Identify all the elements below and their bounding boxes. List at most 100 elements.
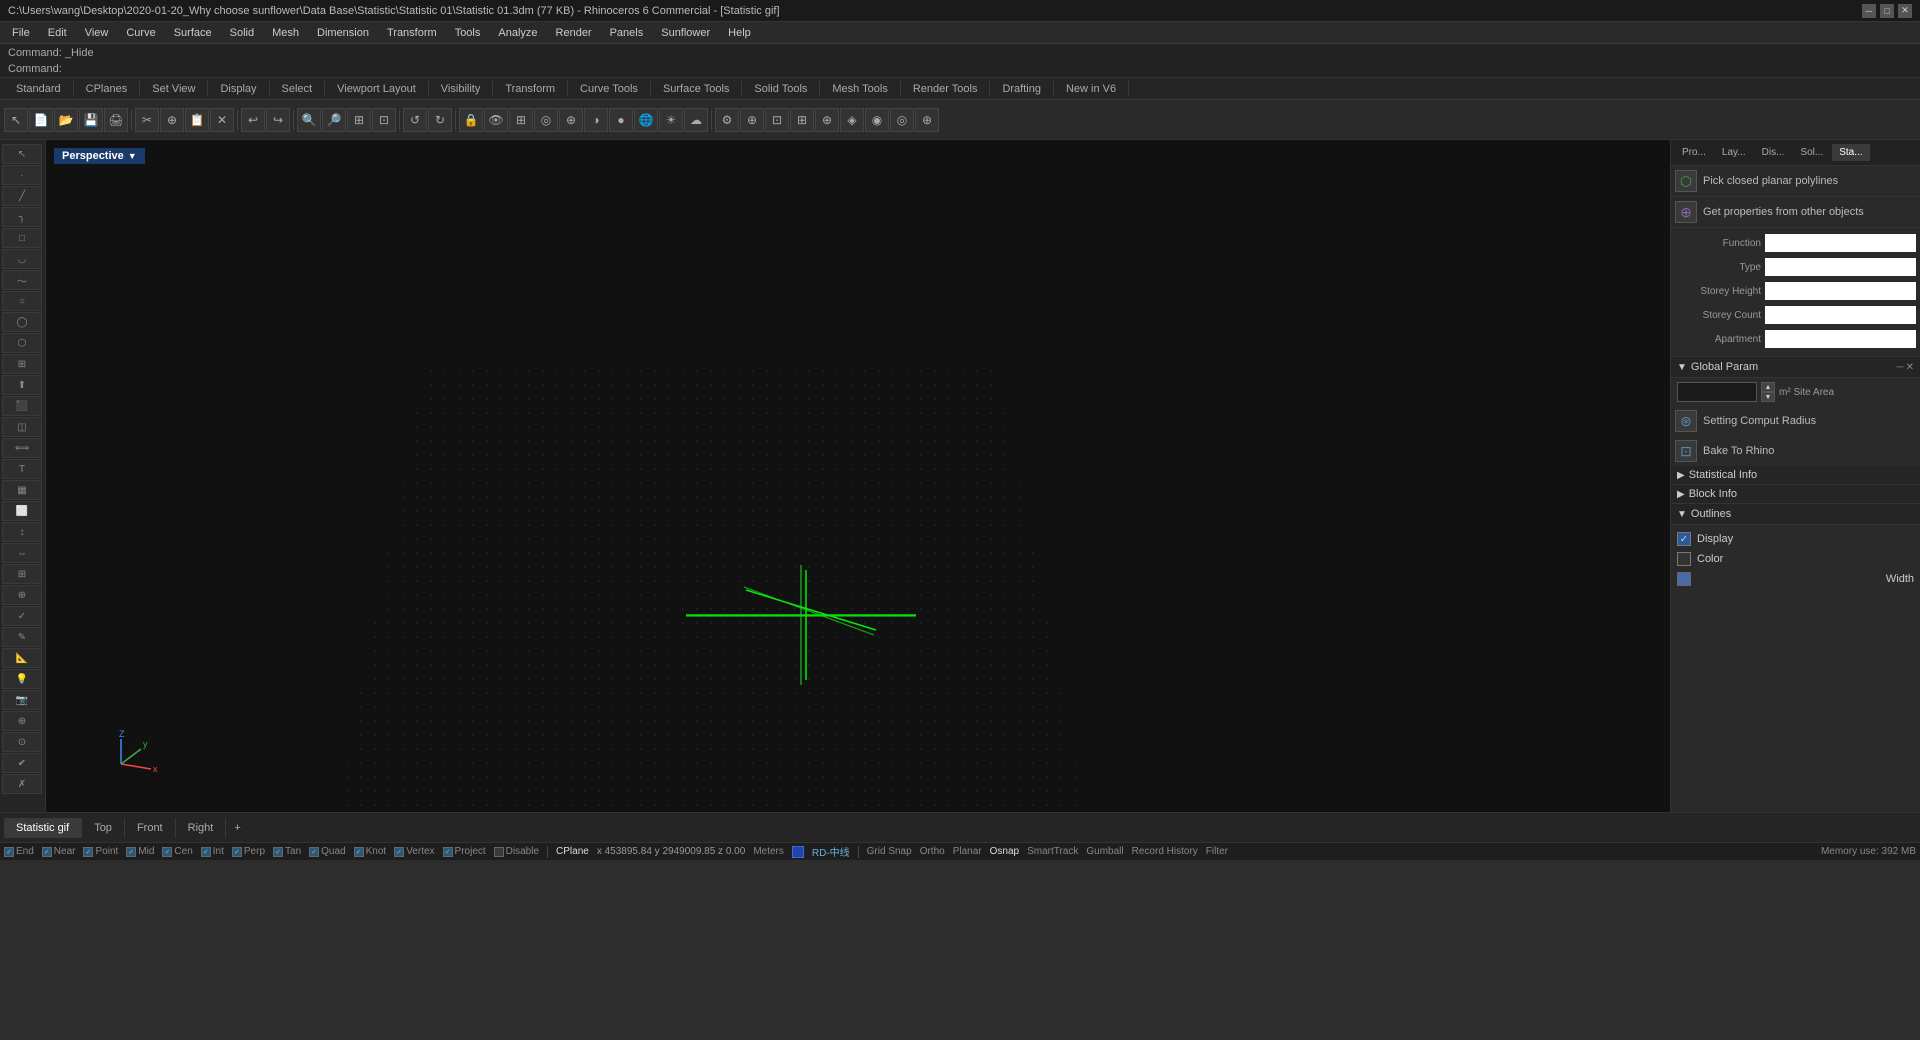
menu-sunflower[interactable]: Sunflower — [653, 25, 718, 41]
panel-tab-statistic[interactable]: Sta... — [1832, 144, 1869, 161]
get-properties-icon[interactable]: ⊕ — [1675, 201, 1697, 223]
menu-edit[interactable]: Edit — [40, 25, 75, 41]
menu-view[interactable]: View — [77, 25, 117, 41]
checkbox-mid[interactable]: ✓ — [126, 847, 136, 857]
tool-paste[interactable]: 📋 — [185, 108, 209, 132]
tool-extra1[interactable]: ⊕ — [2, 711, 42, 731]
checkbox-perp[interactable]: ✓ — [232, 847, 242, 857]
status-grid-snap[interactable]: Grid Snap — [867, 846, 912, 857]
checkbox-cen[interactable]: ✓ — [162, 847, 172, 857]
tool-mesh2[interactable]: ◫ — [2, 417, 42, 437]
close-button[interactable]: ✕ — [1898, 4, 1912, 18]
menu-surface[interactable]: Surface — [166, 25, 220, 41]
tool-misc6[interactable]: ◈ — [840, 108, 864, 132]
tool-surface2[interactable]: ⊞ — [2, 354, 42, 374]
tool-line[interactable]: ╱ — [2, 186, 42, 206]
tool-open[interactable]: 📂 — [54, 108, 78, 132]
status-smart-track[interactable]: SmartTrack — [1027, 846, 1078, 857]
tool-snap[interactable]: ◎ — [534, 108, 558, 132]
tool-shaded[interactable]: ◑ — [584, 108, 608, 132]
pick-polylines-icon[interactable]: ⬡ — [1675, 170, 1697, 192]
tool-copy[interactable]: ⊕ — [160, 108, 184, 132]
tool-zoom-in[interactable]: 🔍 — [297, 108, 321, 132]
panel-tab-solid[interactable]: Sol... — [1793, 144, 1830, 161]
tool-redo[interactable]: ↪ — [266, 108, 290, 132]
tab-surface-tools[interactable]: Surface Tools — [651, 81, 742, 97]
tool-arrow[interactable]: ↖ — [4, 108, 28, 132]
view-tab-statistic-gif[interactable]: Statistic gif — [4, 818, 82, 838]
tool-text[interactable]: T — [2, 459, 42, 479]
checkbox-point[interactable]: ✓ — [83, 847, 93, 857]
tool-polyline[interactable]: ╮ — [2, 207, 42, 227]
tool-globe[interactable]: 🌐 — [634, 108, 658, 132]
prop-input-apartment[interactable] — [1765, 330, 1916, 348]
menu-dimension[interactable]: Dimension — [309, 25, 377, 41]
tool-save[interactable]: 💾 — [79, 108, 103, 132]
minimize-button[interactable]: ─ — [1862, 4, 1876, 18]
tool-print[interactable]: 🖨 — [104, 108, 128, 132]
tab-render-tools[interactable]: Render Tools — [901, 81, 991, 97]
tool-block[interactable]: ⬜ — [2, 501, 42, 521]
tool-misc2[interactable]: ⊕ — [740, 108, 764, 132]
tool-ellipse[interactable]: ◯ — [2, 312, 42, 332]
tool-misc8[interactable]: ◎ — [890, 108, 914, 132]
tool-transform2[interactable]: ↕ — [2, 522, 42, 542]
tool-rotate-right[interactable]: ↻ — [428, 108, 452, 132]
stepper-down[interactable]: ▼ — [1761, 392, 1775, 402]
tool-curve[interactable]: 〜 — [2, 270, 42, 290]
tool-extra2[interactable]: ⊙ — [2, 732, 42, 752]
tool-misc9[interactable]: ⊕ — [915, 108, 939, 132]
stepper-up[interactable]: ▲ — [1761, 382, 1775, 392]
tool-delete[interactable]: ✕ — [210, 108, 234, 132]
menu-mesh[interactable]: Mesh — [264, 25, 307, 41]
tool-hide[interactable]: 👁 — [484, 108, 508, 132]
tool-dim[interactable]: ⟺ — [2, 438, 42, 458]
menu-help[interactable]: Help — [720, 25, 759, 41]
tab-viewport-layout[interactable]: Viewport Layout — [325, 81, 429, 97]
tool-extrude[interactable]: ⬆ — [2, 375, 42, 395]
site-area-stepper[interactable]: ▲ ▼ — [1761, 382, 1775, 402]
width-color-swatch[interactable] — [1677, 572, 1691, 586]
checkbox-near[interactable]: ✓ — [42, 847, 52, 857]
tab-set-view[interactable]: Set View — [140, 81, 208, 97]
setting-comput-icon[interactable]: ⊛ — [1675, 410, 1697, 432]
tab-drafting[interactable]: Drafting — [990, 81, 1054, 97]
tool-cut[interactable]: ✂ — [135, 108, 159, 132]
menu-tools[interactable]: Tools — [447, 25, 489, 41]
checkbox-project[interactable]: ✓ — [443, 847, 453, 857]
tool-misc3[interactable]: ⊡ — [765, 108, 789, 132]
get-properties-label[interactable]: Get properties from other objects — [1703, 206, 1864, 218]
tab-display[interactable]: Display — [208, 81, 269, 97]
checkbox-knot[interactable]: ✓ — [354, 847, 364, 857]
prop-input-storey-height[interactable] — [1765, 282, 1916, 300]
tool-hatch[interactable]: ▦ — [2, 480, 42, 500]
view-tab-front[interactable]: Front — [125, 818, 176, 838]
tab-curve-tools[interactable]: Curve Tools — [568, 81, 651, 97]
tool-arc[interactable]: ◡ — [2, 249, 42, 269]
statistical-info-header[interactable]: ▶ Statistical Info — [1671, 466, 1920, 485]
tool-cloud[interactable]: ☁ — [684, 108, 708, 132]
checkbox-end[interactable]: ✓ — [4, 847, 14, 857]
tab-select[interactable]: Select — [270, 81, 326, 97]
tool-misc7[interactable]: ◉ — [865, 108, 889, 132]
tool-surface1[interactable]: ⬡ — [2, 333, 42, 353]
site-area-input[interactable]: 33110.00 — [1677, 382, 1757, 402]
panel-tab-layers[interactable]: Lay... — [1715, 144, 1753, 161]
tool-mirror[interactable]: ⇔ — [2, 543, 42, 563]
tool-zoom-all[interactable]: ⊞ — [347, 108, 371, 132]
tool-circle[interactable]: ○ — [2, 291, 42, 311]
status-ortho[interactable]: Ortho — [920, 846, 945, 857]
status-planar[interactable]: Planar — [953, 846, 982, 857]
global-param-header[interactable]: ▼ Global Param ─ ✕ — [1671, 357, 1920, 378]
viewport-dropdown-icon[interactable]: ▼ — [128, 151, 137, 161]
checkbox-vertex[interactable]: ✓ — [394, 847, 404, 857]
menu-transform[interactable]: Transform — [379, 25, 445, 41]
tool-grid[interactable]: ⊞ — [509, 108, 533, 132]
tool-osnap[interactable]: ⊕ — [559, 108, 583, 132]
prop-input-storey-count[interactable] — [1765, 306, 1916, 324]
tool-cam[interactable]: 📷 — [2, 690, 42, 710]
tab-solid-tools[interactable]: Solid Tools — [742, 81, 820, 97]
prop-input-type[interactable] — [1765, 258, 1916, 276]
panel-tab-display[interactable]: Dis... — [1755, 144, 1792, 161]
menu-curve[interactable]: Curve — [118, 25, 163, 41]
